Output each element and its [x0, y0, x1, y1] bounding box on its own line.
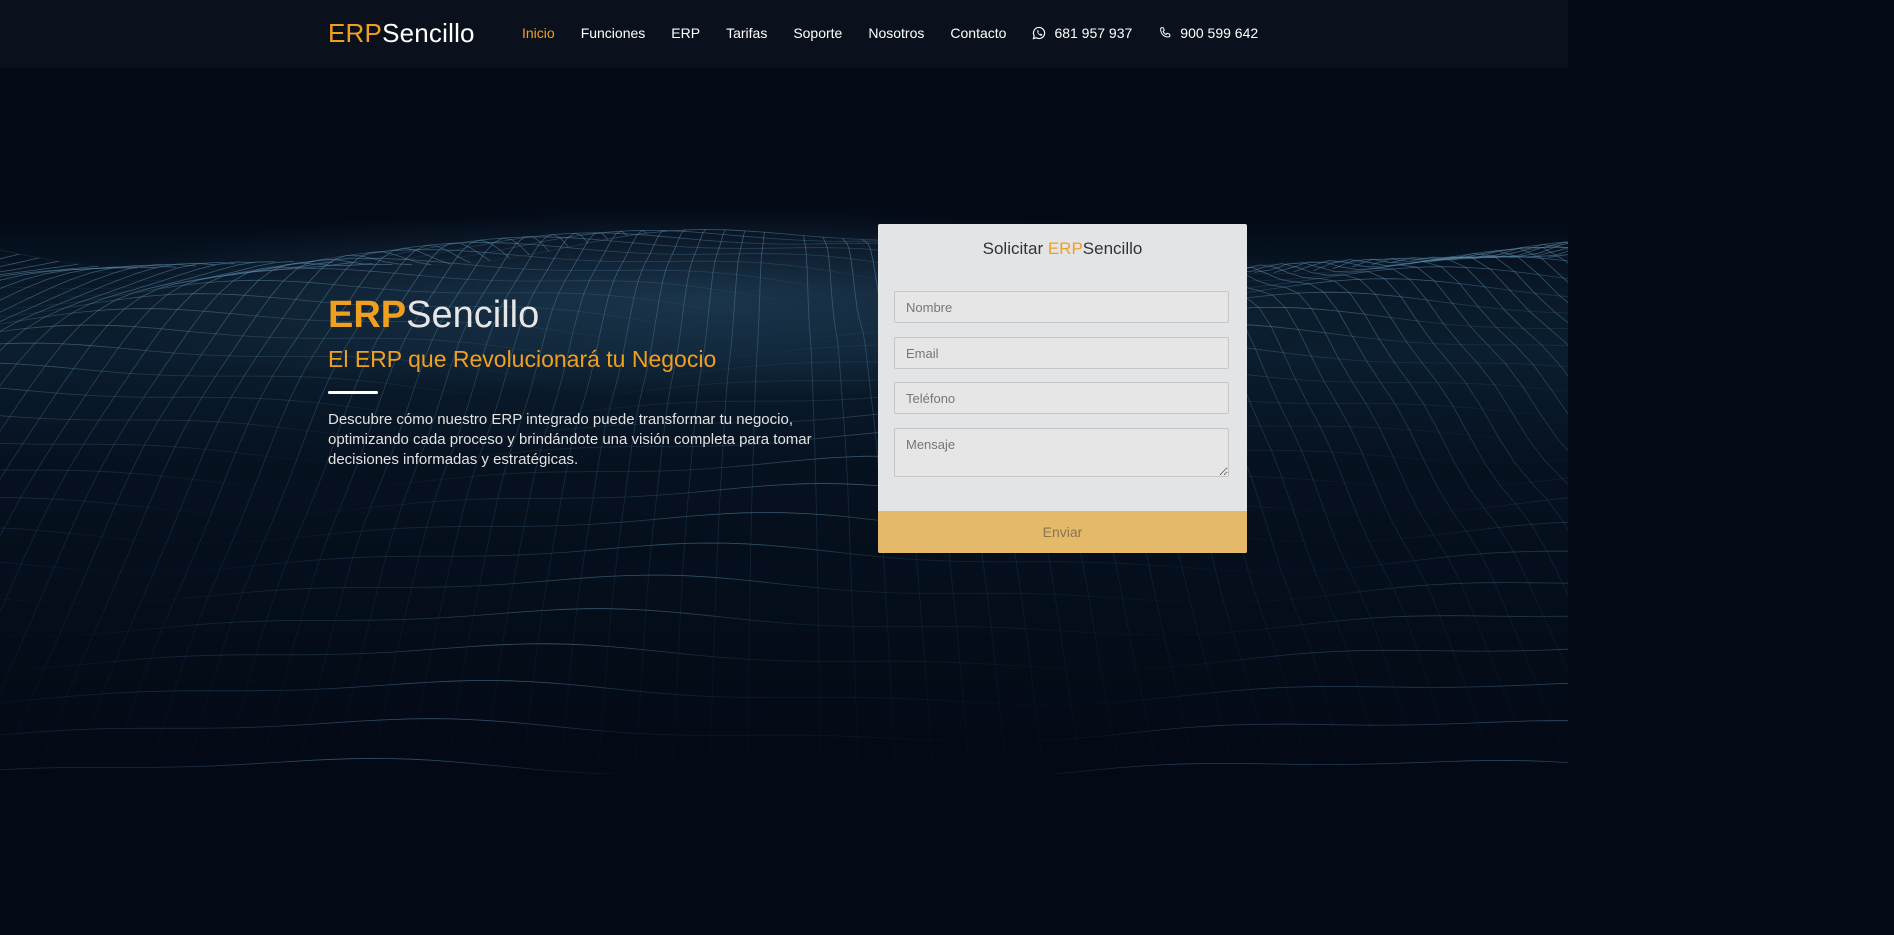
- mesh-line: [0, 262, 353, 693]
- nav-item-nosotros[interactable]: Nosotros: [868, 25, 924, 41]
- submit-button[interactable]: Enviar: [878, 511, 1247, 553]
- mesh-line: [0, 261, 236, 352]
- mesh-line: [0, 265, 177, 313]
- mesh-line: [822, 237, 859, 774]
- form-title: Solicitar ERPSencillo: [878, 239, 1247, 259]
- mesh-line: [0, 262, 216, 332]
- mesh-line: [1332, 258, 1568, 377]
- hero-subtitle: El ERP que Revolucionará tu Negocio: [328, 346, 717, 372]
- phone-icon: [1160, 27, 1171, 38]
- request-form: Solicitar ERPSencillo Enviar: [878, 224, 1247, 553]
- mesh-line: [0, 261, 295, 480]
- mesh-line: [522, 229, 647, 769]
- phone-number: 900 599 642: [1180, 25, 1259, 41]
- mesh-line: [1489, 243, 1568, 258]
- nav-whatsapp-link[interactable]: 681 957 937: [1032, 25, 1132, 41]
- mesh-line: [709, 230, 746, 774]
- navbar: ERPSencillo Inicio Funciones ERP Tarifas…: [0, 0, 1568, 68]
- mesh-line: [0, 265, 99, 277]
- brand-logo-accent: ERP: [328, 18, 383, 48]
- mesh-line: [1, 262, 373, 770]
- mesh-line: [803, 235, 822, 774]
- mesh-line: [560, 230, 667, 772]
- mesh-line: [0, 261, 255, 387]
- mesh-line: [1215, 264, 1568, 673]
- mesh-line: [1254, 262, 1568, 531]
- mesh-line: [1313, 259, 1568, 415]
- form-title-accent: ERP: [1047, 239, 1083, 258]
- mesh-line: [0, 261, 275, 432]
- nav-phone-link[interactable]: 900 599 642: [1158, 25, 1258, 41]
- form-title-prefix: Solicitar: [982, 239, 1048, 258]
- phone-input[interactable]: [894, 382, 1229, 414]
- hero-title-text: Sencillo: [406, 294, 540, 336]
- hero-divider: [328, 391, 378, 394]
- mesh-line: [746, 232, 765, 774]
- mesh-line: [1234, 263, 1568, 596]
- mesh-line: [1273, 261, 1568, 486]
- nav-item-soporte[interactable]: Soporte: [793, 25, 842, 41]
- nav-item-inicio[interactable]: Inicio: [522, 25, 555, 41]
- message-textarea[interactable]: [894, 428, 1229, 477]
- nav-item-erp[interactable]: ERP: [671, 25, 700, 41]
- nav-item-tarifas[interactable]: Tarifas: [726, 25, 767, 41]
- mesh-line: [0, 263, 197, 323]
- mesh-line: [0, 261, 314, 538]
- hero-description: Descubre cómo nuestro ERP integrado pued…: [328, 411, 812, 468]
- mesh-line: [0, 267, 118, 281]
- brand-logo[interactable]: ERPSencillo: [328, 18, 475, 49]
- mesh-line: [1352, 256, 1568, 346]
- mesh-line: [1293, 260, 1568, 451]
- form-title-brand: Sencillo: [1082, 239, 1143, 258]
- wave-mesh-graphic: [0, 229, 1568, 774]
- nav-item-funciones[interactable]: Funciones: [581, 25, 646, 41]
- main-nav: Inicio Funciones ERP Tarifas Soporte Nos…: [522, 0, 1284, 66]
- mesh-line: [0, 260, 59, 273]
- whatsapp-number: 681 957 937: [1054, 25, 1133, 41]
- email-input[interactable]: [894, 337, 1229, 369]
- brand-logo-text: Sencillo: [382, 18, 475, 48]
- hero-title-accent: ERP: [328, 294, 407, 336]
- mesh-line: [0, 261, 334, 613]
- hero-background: [0, 0, 1568, 774]
- nav-item-contacto[interactable]: Contacto: [950, 25, 1006, 41]
- hero-title: ERPSencillo: [328, 294, 539, 337]
- name-input[interactable]: [894, 291, 1229, 323]
- mesh-line: [671, 229, 726, 774]
- whatsapp-icon: [1033, 26, 1046, 40]
